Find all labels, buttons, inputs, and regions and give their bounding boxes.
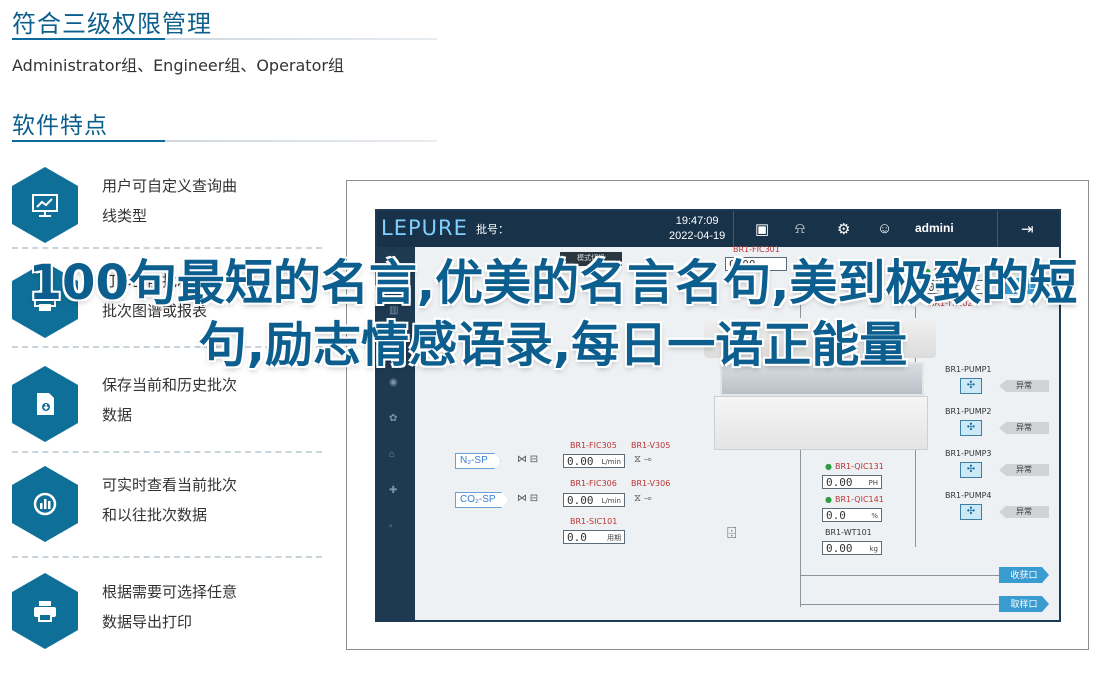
pump-tag: BR1-PUMP4 [945,491,992,500]
feature-text: 根据需要可选择任意 数据导出打印 [102,583,238,631]
divider [12,247,322,249]
feature-item: 用户可自定义查询曲 线类型 [12,167,332,257]
valve-icon: ⋈ ⊟ [517,454,539,465]
valve-icon: ⋈ ⊟ [517,493,539,504]
features-underline [12,140,437,142]
hmi-topbar: LEPURE 批号： 19:47:09 2022-04-19 ▣ ⍾ ⚙ ☺ ad… [377,211,1059,247]
pump-tag: BR1-PUMP3 [945,449,992,458]
nav-icon[interactable]: ⌂ [389,449,395,460]
gauge-value: 0.00 PH [822,475,882,489]
pump-alarm: 异常 [999,380,1049,392]
app-logo: LEPURE [381,216,468,240]
realtime-chart-icon [12,466,78,542]
gauge-tag: BR1-WT101 [825,528,872,537]
flask-icon: ⌹ [727,525,737,542]
section-title-permissions: 符合三级权限管理 [12,10,212,38]
user-icon[interactable]: ☺ [877,220,892,237]
nav-icon[interactable]: ✚ [389,485,397,496]
divider [12,556,322,558]
valve-control-icon[interactable]: ⧖ ⊸ [634,454,652,465]
chart-monitor-icon [12,167,78,243]
overlay-title: 100句最短的名言,优美的名言名句,美到极致的短句,励志情感语录,每日一语正能量 [28,255,1078,373]
gas-co2-setpoint[interactable]: CO₂-SP [455,492,509,508]
gauge-value: 0.00 L/min [563,493,625,507]
valve-control-icon[interactable]: ⧖ ⊸ [634,493,652,504]
harvest-port-button[interactable]: 收获口 [999,567,1049,583]
gas-n2-setpoint[interactable]: N₂-SP [455,453,501,469]
section-title-features: 软件特点 [12,113,108,139]
divider [12,451,322,453]
gauge-value: 0.0% [822,508,882,522]
logout-icon[interactable]: ⇥ [1021,220,1034,238]
image-icon[interactable]: ▣ [755,220,769,238]
batch-label: 批号： [476,223,509,236]
clock: 19:47:09 2022-04-19 [669,215,726,242]
roles-line: Administrator组、Engineer组、Operator组 [12,56,344,75]
gauge-tag: BR1-QIC141 [825,495,884,504]
gauge-value: 0.00 kg [822,541,882,555]
gauge-tag: BR1-FIC305 [570,441,617,450]
nav-icon[interactable]: ✿ [389,413,397,424]
sample-port-button[interactable]: 取样口 [999,596,1049,612]
feature-text: 保存当前和历史批次 数据 [102,376,238,424]
feature-item: 可实时查看当前批次 和以往批次数据 [12,466,332,556]
pump-fan-icon[interactable]: ✣ [960,504,982,520]
valve-tag: BR1-V306 [631,479,671,488]
nav-icon[interactable]: ◉ [389,377,398,388]
feature-text: 可实时查看当前批次 和以往批次数据 [102,476,238,524]
pump-fan-icon[interactable]: ✣ [960,420,982,436]
pump-alarm: 异常 [999,464,1049,476]
gear-icon[interactable]: ⚙ [837,220,850,238]
gauge-tag: BR1-SIC101 [570,517,618,526]
pump-tag: BR1-PUMP2 [945,407,992,416]
nav-icon[interactable]: ◦ [389,521,393,532]
feature-text: 用户可自定义查询曲 线类型 [102,177,238,225]
username[interactable]: admini [915,221,954,235]
gauge-tag: BR1-FIC306 [570,479,617,488]
document-save-icon [12,366,78,442]
gauge-value: 0.0 用期 [563,530,625,544]
pump-alarm: 异常 [999,422,1049,434]
valve-tag: BR1-V305 [631,441,671,450]
pump-fan-icon[interactable]: ✣ [960,462,982,478]
feature-item: 保存当前和历史批次 数据 [12,366,332,456]
pump-alarm: 异常 [999,506,1049,518]
title-underline [12,38,437,40]
printer-icon [12,573,78,649]
pump-fan-icon[interactable]: ✣ [960,378,982,394]
alarm-bell-icon[interactable]: ⍾ [795,220,805,237]
gauge-value: 0.00 L/min [563,454,625,468]
feature-item: 根据需要可选择任意 数据导出打印 [12,573,332,663]
gauge-tag: BR1-QIC131 [825,462,884,471]
